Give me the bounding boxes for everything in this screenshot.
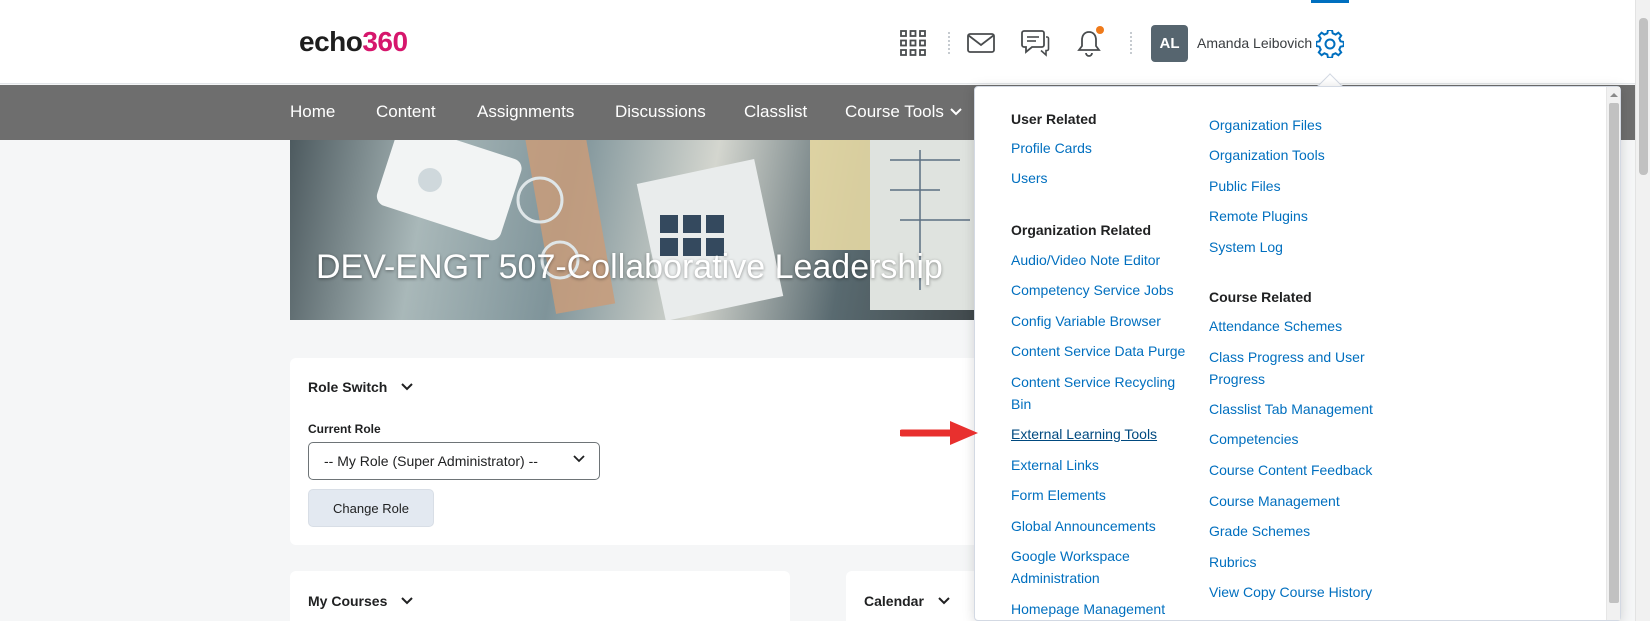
mail-icon[interactable] xyxy=(964,26,998,60)
menu-link-users[interactable]: Users xyxy=(1011,167,1211,189)
menu-link-grade-schemes[interactable]: Grade Schemes xyxy=(1209,520,1409,542)
my-courses-title: My Courses xyxy=(308,593,388,609)
page-scrollbar[interactable] xyxy=(1635,0,1650,621)
red-arrow-annotation xyxy=(900,421,978,445)
admin-tools-button[interactable] xyxy=(1311,0,1349,84)
echo360-logo[interactable]: echo360 xyxy=(299,26,408,58)
menu-link-attendance-schemes[interactable]: Attendance Schemes xyxy=(1209,315,1409,337)
banner-image xyxy=(376,140,975,320)
current-role-label: Current Role xyxy=(308,422,381,436)
logo-text: echo xyxy=(299,26,363,57)
dropdown-scroll-thumb[interactable] xyxy=(1609,103,1619,603)
header-divider xyxy=(948,32,950,54)
notification-dot xyxy=(1096,26,1104,34)
nav-classlist[interactable]: Classlist xyxy=(744,102,807,122)
gear-icon xyxy=(1316,29,1344,58)
notification-bell-icon[interactable] xyxy=(1072,26,1106,60)
nav-course-tools-label: Course Tools xyxy=(845,102,944,121)
menu-link-form-elements[interactable]: Form Elements xyxy=(1011,484,1211,506)
chevron-down-icon xyxy=(401,383,414,391)
menu-link-google-workspace-administration[interactable]: Google Workspace Administration xyxy=(1011,545,1161,589)
dropdown-scrollbar[interactable] xyxy=(1606,87,1620,620)
course-banner: DEV-ENGT 507-Collaborative Leadership xyxy=(290,140,975,320)
menu-link-course-content-feedback[interactable]: Course Content Feedback xyxy=(1209,459,1409,481)
chevron-down-icon xyxy=(401,597,414,605)
organization-related-heading: Organization Related xyxy=(1011,222,1152,238)
menu-link-audio-video-note-editor[interactable]: Audio/Video Note Editor xyxy=(1011,249,1211,271)
user-name[interactable]: Amanda Leibovich xyxy=(1197,35,1312,51)
user-avatar[interactable]: AL xyxy=(1151,25,1188,62)
chevron-down-icon xyxy=(938,597,950,605)
menu-link-external-learning-tools[interactable]: External Learning Tools xyxy=(1011,423,1211,445)
menu-link-global-announcements[interactable]: Global Announcements xyxy=(1011,515,1211,537)
menu-link-class-progress[interactable]: Class Progress and User Progress xyxy=(1209,346,1389,390)
chevron-down-icon xyxy=(573,455,585,463)
page-scroll-thumb[interactable] xyxy=(1639,18,1648,175)
role-switch-title: Role Switch xyxy=(308,379,388,395)
admin-tools-menu: User Related Profile Cards Users Organiz… xyxy=(974,86,1621,621)
apps-grid-icon[interactable] xyxy=(896,26,930,60)
menu-link-remote-plugins[interactable]: Remote Plugins xyxy=(1209,205,1409,227)
menu-link-public-files[interactable]: Public Files xyxy=(1209,175,1409,197)
nav-home[interactable]: Home xyxy=(290,102,335,122)
course-related-heading: Course Related xyxy=(1209,289,1312,305)
change-role-button[interactable]: Change Role xyxy=(308,489,434,527)
chevron-down-icon xyxy=(950,108,962,116)
nav-content[interactable]: Content xyxy=(376,102,436,122)
nav-assignments[interactable]: Assignments xyxy=(477,102,574,122)
header-divider xyxy=(1130,32,1132,54)
menu-link-profile-cards[interactable]: Profile Cards xyxy=(1011,137,1211,159)
menu-link-organization-tools[interactable]: Organization Tools xyxy=(1209,144,1409,166)
logo-number: 360 xyxy=(362,26,408,57)
nav-discussions[interactable]: Discussions xyxy=(615,102,706,122)
menu-link-view-copy-course-history[interactable]: View Copy Course History xyxy=(1209,581,1409,603)
menu-link-competencies[interactable]: Competencies xyxy=(1209,428,1409,450)
scroll-up-icon[interactable] xyxy=(1607,89,1621,101)
user-related-heading: User Related xyxy=(1011,111,1097,127)
calendar-header[interactable]: Calendar xyxy=(864,593,950,609)
my-courses-widget: My Courses xyxy=(290,571,790,621)
nav-course-tools[interactable]: Course Tools xyxy=(845,102,962,122)
current-role-value: -- My Role (Super Administrator) -- xyxy=(324,453,538,469)
chat-icon[interactable] xyxy=(1018,26,1052,60)
my-courses-header[interactable]: My Courses xyxy=(308,593,414,609)
calendar-title: Calendar xyxy=(864,593,924,609)
menu-link-course-management[interactable]: Course Management xyxy=(1209,490,1409,512)
menu-link-competency-service-jobs[interactable]: Competency Service Jobs xyxy=(1011,279,1211,301)
menu-link-content-service-recycling-bin[interactable]: Content Service Recycling Bin xyxy=(1011,371,1191,415)
menu-link-organization-files[interactable]: Organization Files xyxy=(1209,114,1409,136)
top-header: echo360 AL Amanda Leibovich xyxy=(0,0,1635,84)
course-title: DEV-ENGT 507-Collaborative Leadership xyxy=(316,248,943,286)
menu-link-system-log[interactable]: System Log xyxy=(1209,236,1409,258)
current-role-select[interactable]: -- My Role (Super Administrator) -- xyxy=(308,442,600,480)
menu-link-homepage-management[interactable]: Homepage Management xyxy=(1011,598,1211,620)
menu-link-rubrics[interactable]: Rubrics xyxy=(1209,551,1409,573)
menu-link-content-service-data-purge[interactable]: Content Service Data Purge xyxy=(1011,340,1211,362)
menu-link-external-links[interactable]: External Links xyxy=(1011,454,1211,476)
menu-link-config-variable-browser[interactable]: Config Variable Browser xyxy=(1011,310,1211,332)
role-switch-widget: Role Switch Current Role -- My Role (Sup… xyxy=(290,358,980,545)
menu-link-classlist-tab-management[interactable]: Classlist Tab Management xyxy=(1209,398,1409,420)
role-switch-header[interactable]: Role Switch xyxy=(308,379,414,395)
